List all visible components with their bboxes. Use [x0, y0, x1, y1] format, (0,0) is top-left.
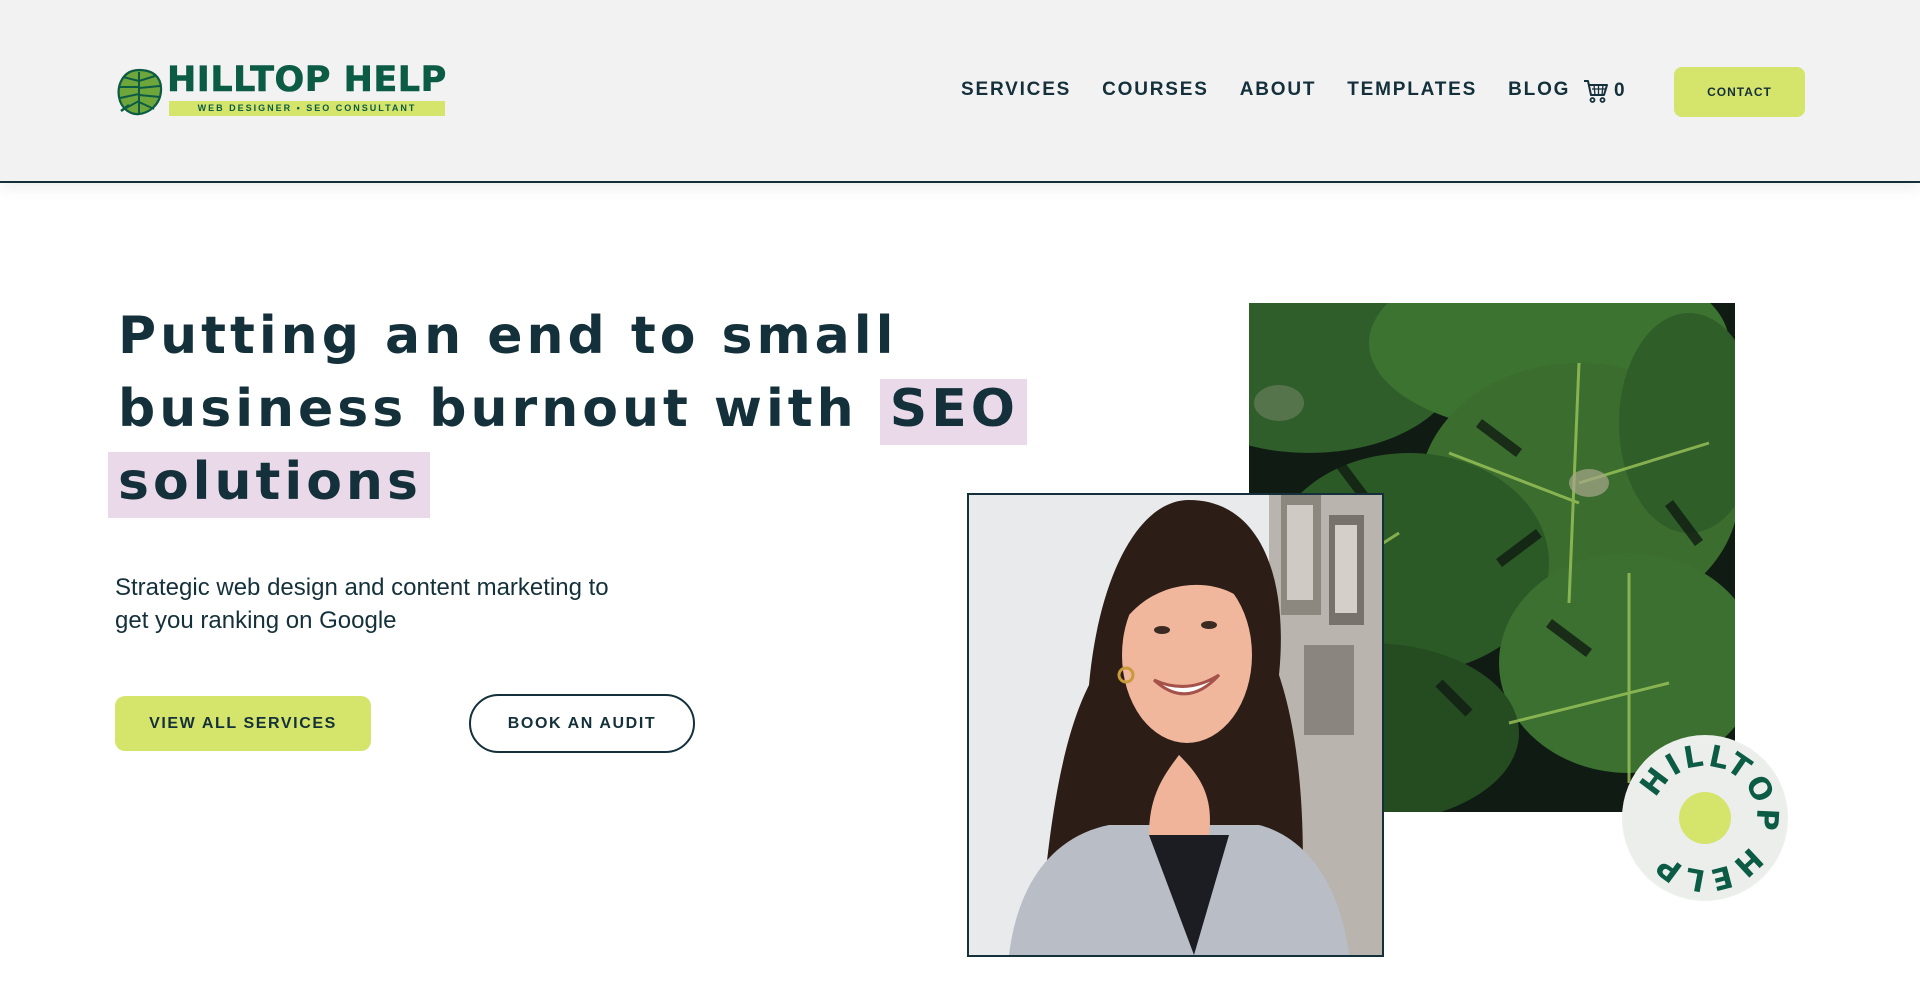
- subheading-line-1: Strategic web design and content marketi…: [115, 574, 609, 601]
- site-header: HILLTOP HELP WEB DESIGNER • SEO CONSULTA…: [0, 0, 1920, 183]
- hilltop-help-badge: HILLTOP HELP: [1622, 735, 1788, 901]
- headline-highlight-seo: SEO: [879, 379, 1027, 445]
- monstera-leaf-icon: [117, 68, 163, 116]
- cart-count: 0: [1614, 80, 1625, 101]
- contact-button[interactable]: CONTACT: [1674, 67, 1805, 117]
- portrait-photo: [967, 493, 1384, 957]
- logo-tagline: WEB DESIGNER • SEO CONSULTANT: [169, 101, 445, 116]
- nav-about[interactable]: ABOUT: [1240, 78, 1317, 102]
- headline-line-3: solutions: [106, 446, 926, 519]
- headline-line-2: business burnout with SEO: [106, 373, 1027, 446]
- headline-line-2-text: business burnout with: [118, 379, 880, 439]
- book-audit-button[interactable]: BOOK AN AUDIT: [469, 694, 695, 753]
- subheading-line-2: get you ranking on Google: [115, 607, 397, 634]
- hero-subheading: Strategic web design and content marketi…: [115, 571, 675, 637]
- logo-link[interactable]: HILLTOP HELP WEB DESIGNER • SEO CONSULTA…: [115, 60, 450, 120]
- nav-courses[interactable]: COURSES: [1102, 78, 1209, 102]
- cart-icon: [1584, 80, 1608, 103]
- hero-headline: Putting an end to small business burnout…: [106, 300, 1027, 519]
- main-nav: SERVICES COURSES ABOUT TEMPLATES BLOG: [961, 78, 1601, 102]
- headline-highlight-solutions: solutions: [108, 452, 430, 518]
- logo-title: HILLTOP HELP: [167, 60, 447, 101]
- portrait-illustration: [969, 495, 1382, 955]
- nav-services[interactable]: SERVICES: [961, 78, 1071, 102]
- nav-templates[interactable]: TEMPLATES: [1347, 78, 1477, 102]
- headline-line-1: Putting an end to small: [118, 306, 898, 366]
- circular-logo-badge: HILLTOP HELP: [1624, 737, 1786, 899]
- nav-blog[interactable]: BLOG: [1508, 78, 1570, 102]
- view-all-services-button[interactable]: VIEW ALL SERVICES: [115, 696, 371, 751]
- cart-link[interactable]: 0: [1583, 78, 1625, 104]
